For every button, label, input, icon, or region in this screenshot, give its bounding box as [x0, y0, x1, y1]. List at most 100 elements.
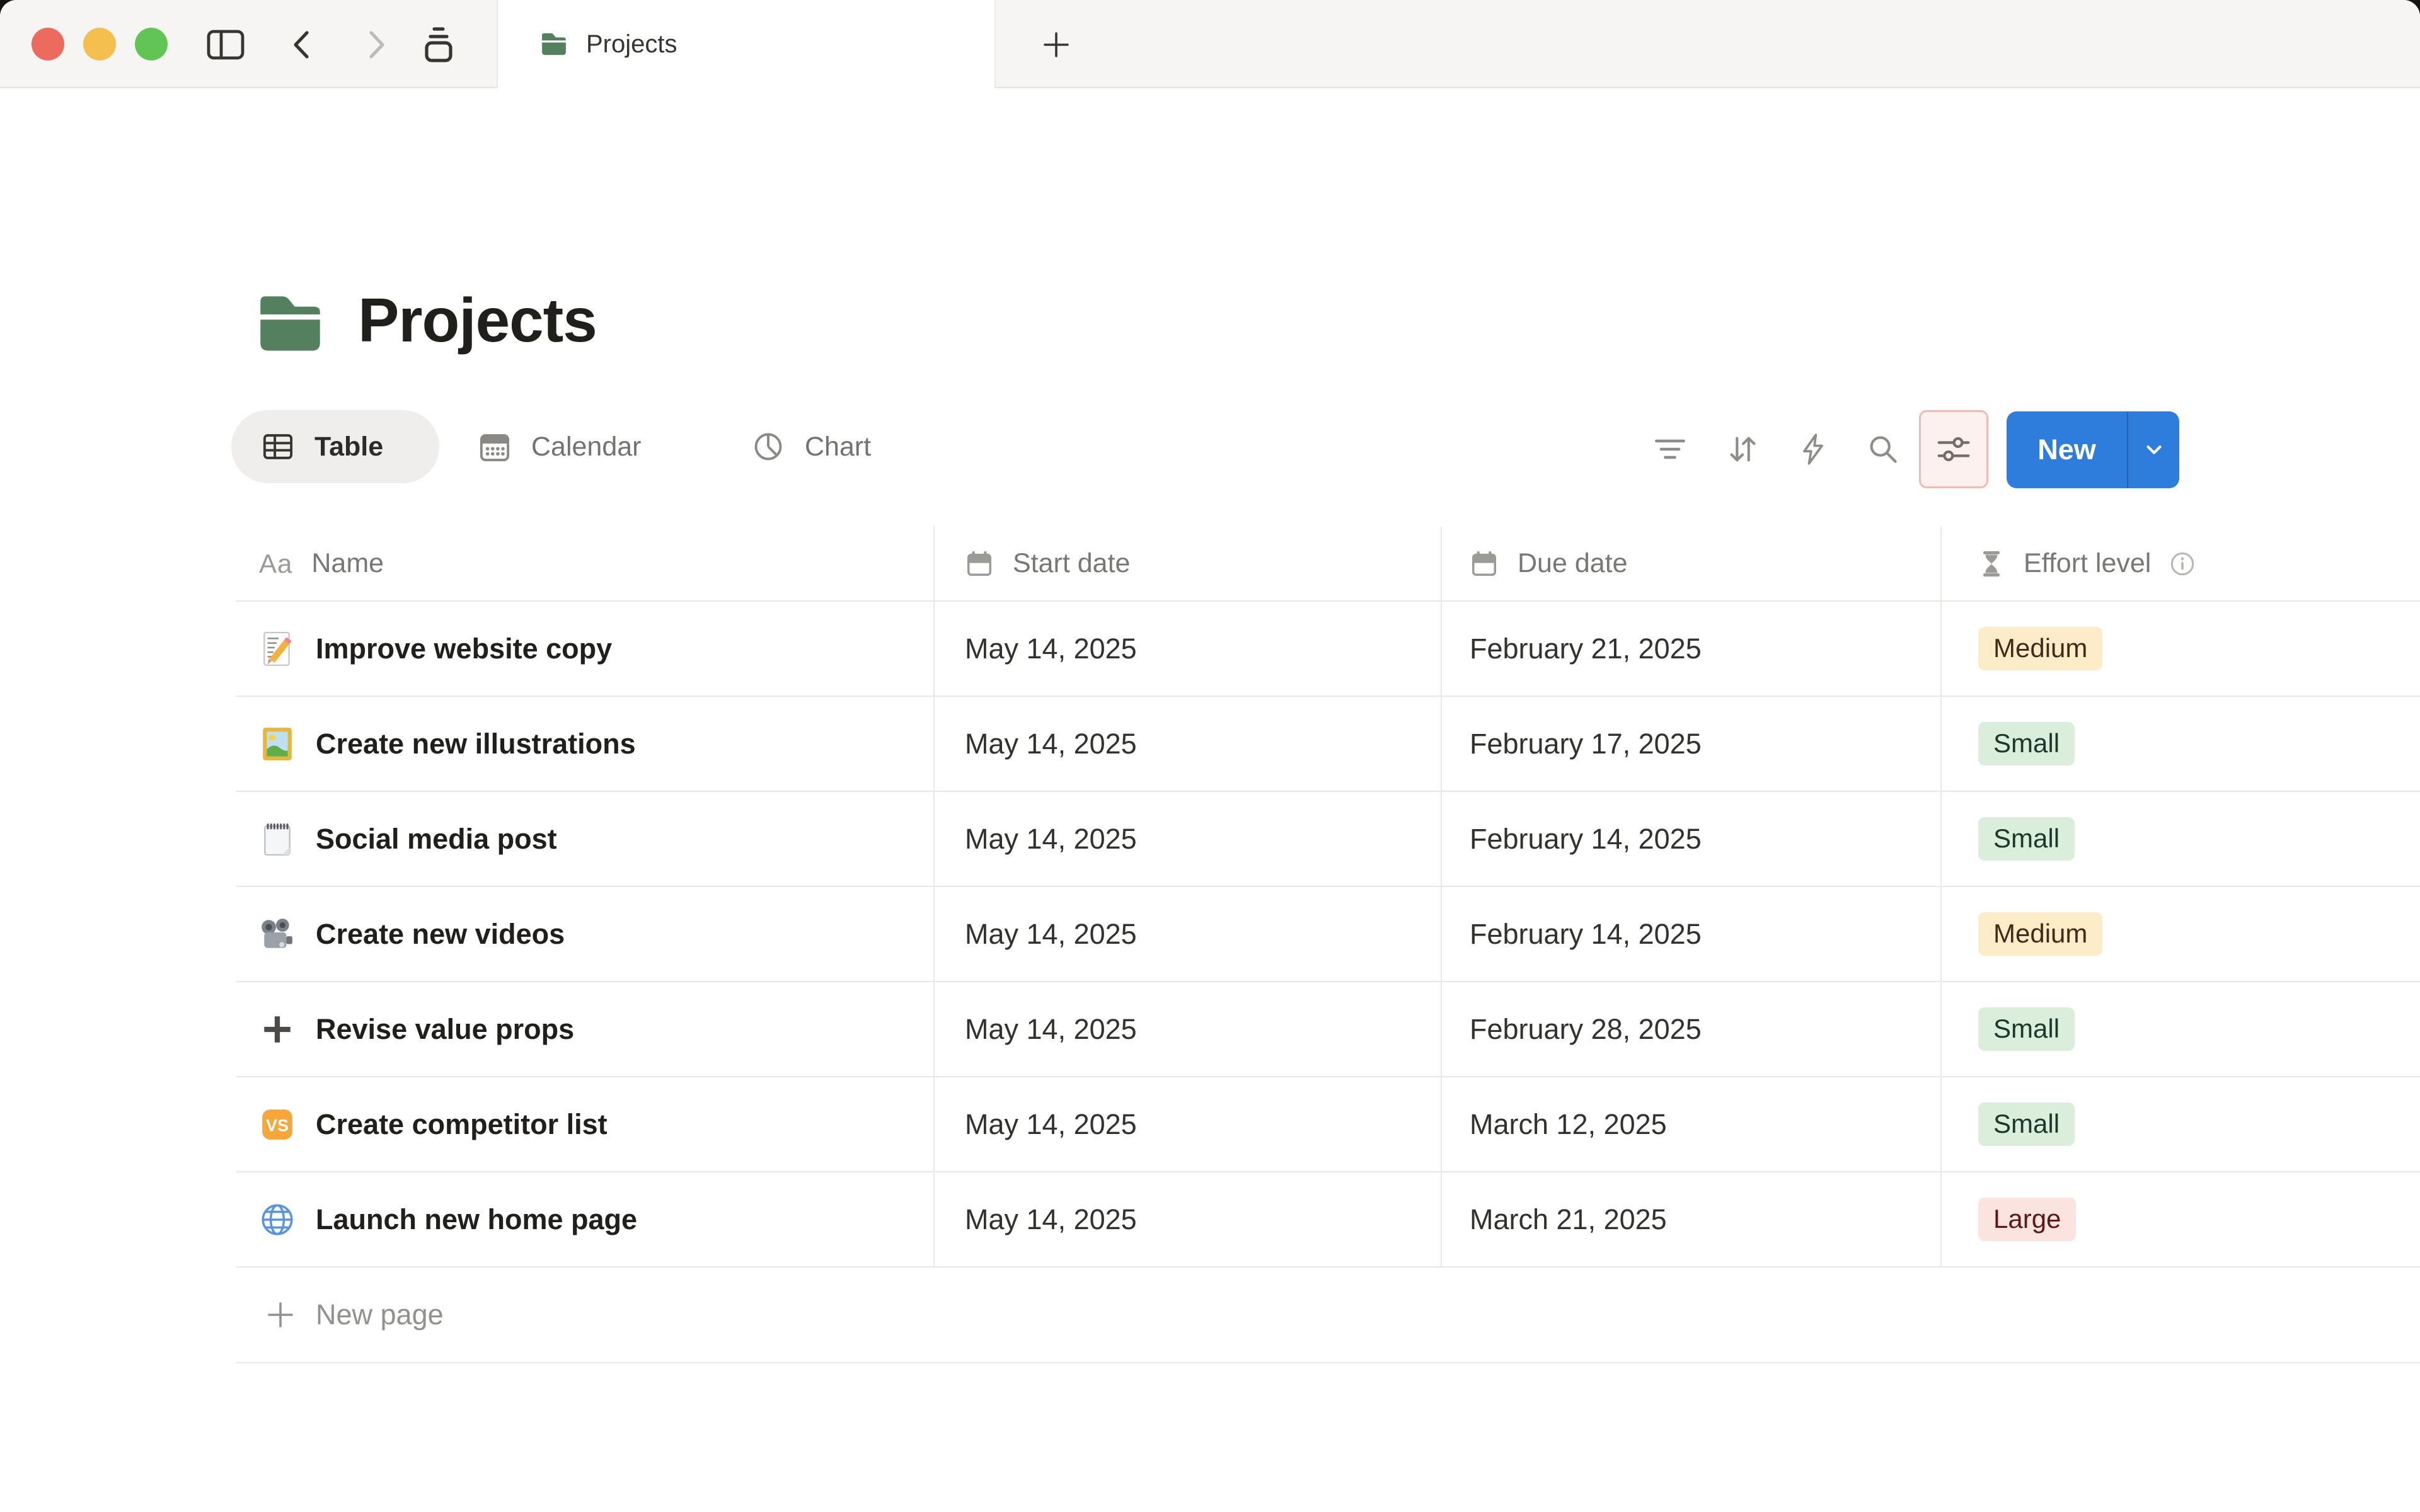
effort-badge: Small: [1978, 817, 2075, 861]
start-date-cell[interactable]: May 14, 2025: [935, 1172, 1442, 1266]
column-header-name[interactable]: Aa Name: [236, 527, 935, 600]
effort-cell[interactable]: Small: [1942, 982, 2420, 1076]
automation-icon[interactable]: [1797, 433, 1829, 466]
due-date-value: March 12, 2025: [1470, 1108, 1667, 1140]
tab-chart-view[interactable]: Chart: [752, 410, 871, 483]
chart-view-label: Chart: [805, 431, 872, 462]
inbox-icon[interactable]: [416, 26, 461, 63]
due-date-cell[interactable]: February 17, 2025: [1442, 697, 1942, 791]
table-row[interactable]: Launch new home page May 14, 2025 March …: [236, 1172, 2420, 1268]
info-icon[interactable]: [2170, 551, 2195, 576]
table-row[interactable]: Create new illustrations May 14, 2025 Fe…: [236, 697, 2420, 792]
page-emoji-icon: VS: [259, 1106, 296, 1143]
due-date-value: February 14, 2025: [1470, 917, 1702, 950]
sliders-icon: [1937, 437, 1970, 462]
column-header-effort-level[interactable]: Effort level: [1942, 527, 2420, 600]
start-date-cell[interactable]: May 14, 2025: [935, 697, 1442, 791]
due-date-cell[interactable]: March 12, 2025: [1442, 1077, 1942, 1171]
filter-icon[interactable]: [1654, 433, 1686, 466]
notion-window: Projects Projects Table Calendar Chart N…: [0, 0, 2420, 1512]
name-cell[interactable]: VS Create competitor list: [236, 1077, 935, 1171]
due-date-value: March 21, 2025: [1470, 1203, 1667, 1235]
search-icon[interactable]: [1867, 433, 1899, 466]
due-date-value: February 28, 2025: [1470, 1012, 1702, 1045]
tab-projects[interactable]: Projects: [497, 0, 996, 88]
due-date-cell[interactable]: February 28, 2025: [1442, 982, 1942, 1076]
tab-calendar-view[interactable]: Calendar: [478, 410, 642, 483]
new-button[interactable]: New: [2007, 411, 2179, 488]
name-cell[interactable]: Create new illustrations: [236, 697, 935, 791]
column-label: Name: [311, 548, 384, 578]
tab-title: Projects: [586, 30, 677, 58]
new-button-label[interactable]: New: [2007, 411, 2127, 488]
projects-table: Aa Name Start date Due date Effort level…: [236, 527, 2420, 1363]
folder-icon: [542, 33, 566, 55]
page-name: Launch new home page: [316, 1203, 638, 1235]
table-row[interactable]: VS Create competitor list May 14, 2025 M…: [236, 1077, 2420, 1172]
table-row[interactable]: Social media post May 14, 2025 February …: [236, 792, 2420, 887]
due-date-cell[interactable]: February 14, 2025: [1442, 792, 1942, 886]
calendar-icon: [967, 551, 991, 576]
forward-icon[interactable]: [354, 26, 400, 63]
view-settings-button[interactable]: [1919, 410, 1988, 488]
effort-cell[interactable]: Large: [1942, 1172, 2420, 1266]
start-date-cell[interactable]: May 14, 2025: [935, 982, 1442, 1076]
start-date-cell[interactable]: May 14, 2025: [935, 887, 1442, 981]
column-label: Effort level: [2024, 548, 2152, 578]
start-date-value: May 14, 2025: [965, 1012, 1137, 1045]
calendar-icon: [480, 434, 510, 462]
page-name: Create new illustrations: [316, 727, 636, 760]
start-date-value: May 14, 2025: [965, 727, 1137, 760]
due-date-cell[interactable]: February 21, 2025: [1442, 602, 1942, 696]
hourglass-icon: [1983, 551, 2000, 576]
effort-cell[interactable]: Small: [1942, 792, 2420, 886]
column-header-start-date[interactable]: Start date: [935, 527, 1442, 600]
new-tab-button[interactable]: [1026, 24, 1086, 66]
page-title[interactable]: Projects: [358, 285, 597, 356]
effort-cell[interactable]: Medium: [1942, 602, 2420, 696]
new-button-dropdown[interactable]: [2127, 411, 2179, 488]
effort-cell[interactable]: Medium: [1942, 887, 2420, 981]
page-emoji-icon: [259, 916, 296, 953]
start-date-value: May 14, 2025: [965, 917, 1137, 950]
due-date-cell[interactable]: March 21, 2025: [1442, 1172, 1942, 1266]
name-cell[interactable]: Improve website copy: [236, 602, 935, 696]
table-row[interactable]: Revise value props May 14, 2025 February…: [236, 982, 2420, 1077]
tab-table-view[interactable]: Table: [231, 410, 439, 483]
minimize-button[interactable]: [83, 28, 116, 60]
name-cell[interactable]: Revise value props: [236, 982, 935, 1076]
plus-icon: [268, 1302, 293, 1327]
due-date-cell[interactable]: February 14, 2025: [1442, 887, 1942, 981]
page-emoji-icon: [259, 821, 296, 857]
page-name: Revise value props: [316, 1012, 575, 1045]
pie-chart-icon: [754, 433, 782, 461]
start-date-cell[interactable]: May 14, 2025: [935, 1077, 1442, 1171]
effort-badge: Small: [1978, 1102, 2075, 1146]
table-row[interactable]: Create new videos May 14, 2025 February …: [236, 887, 2420, 982]
page-icon-folder[interactable]: [254, 291, 326, 359]
effort-cell[interactable]: Small: [1942, 697, 2420, 791]
new-page-button[interactable]: New page: [236, 1268, 2420, 1363]
table-row[interactable]: Improve website copy May 14, 2025 Februa…: [236, 602, 2420, 697]
column-label: Start date: [1013, 548, 1131, 578]
close-button[interactable]: [32, 28, 64, 60]
svg-text:VS: VS: [266, 1116, 289, 1135]
column-header-due-date[interactable]: Due date: [1442, 527, 1942, 600]
start-date-cell[interactable]: May 14, 2025: [935, 602, 1442, 696]
due-date-value: February 17, 2025: [1470, 727, 1702, 760]
traffic-lights: [32, 28, 168, 60]
zoom-button[interactable]: [135, 28, 168, 60]
text-type-icon: Aa: [259, 548, 293, 578]
back-icon[interactable]: [279, 26, 324, 63]
table-icon: [263, 434, 293, 459]
name-cell[interactable]: Launch new home page: [236, 1172, 935, 1266]
sidebar-toggle-icon[interactable]: [203, 26, 248, 63]
effort-cell[interactable]: Small: [1942, 1077, 2420, 1171]
name-cell[interactable]: Social media post: [236, 792, 935, 886]
due-date-value: February 21, 2025: [1470, 632, 1702, 665]
name-cell[interactable]: Create new videos: [236, 887, 935, 981]
page-emoji-icon: [259, 1011, 296, 1048]
page-name: Create competitor list: [316, 1108, 608, 1140]
start-date-cell[interactable]: May 14, 2025: [935, 792, 1442, 886]
sort-icon[interactable]: [1726, 433, 1759, 466]
